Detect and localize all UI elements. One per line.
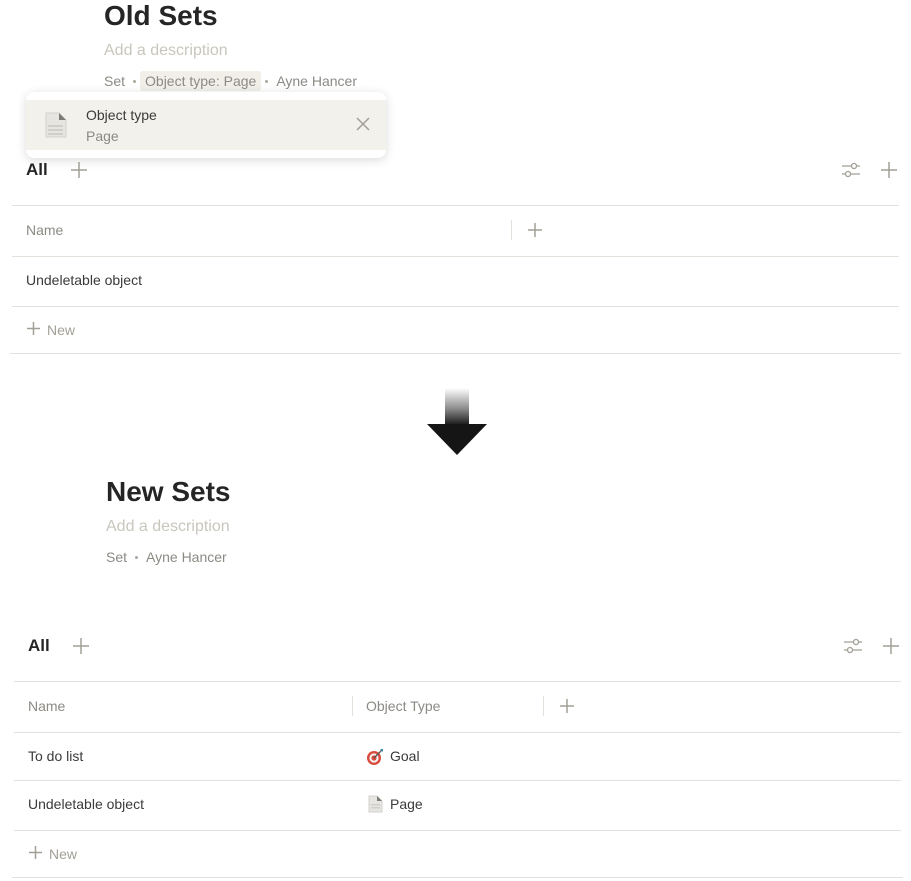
add-view-plus-icon[interactable] bbox=[72, 637, 90, 660]
new-description-field[interactable]: Add a description bbox=[106, 518, 230, 536]
old-meta-line: Set Object type: Page Ayne Hancer bbox=[104, 70, 357, 92]
column-separator[interactable] bbox=[352, 696, 353, 716]
add-column-plus-icon[interactable] bbox=[559, 698, 575, 719]
new-record-label: New bbox=[47, 322, 76, 338]
divider bbox=[12, 256, 899, 257]
old-meta-author[interactable]: Ayne Hancer bbox=[276, 73, 357, 89]
column-separator[interactable] bbox=[511, 220, 512, 240]
new-record-button[interactable]: New bbox=[28, 845, 77, 863]
new-meta-author[interactable]: Ayne Hancer bbox=[146, 549, 227, 565]
old-meta-filter-chip[interactable]: Object type: Page bbox=[140, 71, 262, 91]
column-separator[interactable] bbox=[543, 696, 544, 716]
close-icon[interactable] bbox=[356, 117, 370, 136]
column-header-object-type[interactable]: Object Type bbox=[366, 698, 440, 714]
arrow-down-icon bbox=[427, 388, 487, 461]
table-row-name[interactable]: Undeletable object bbox=[28, 796, 144, 812]
table-row-name[interactable]: Undeletable object bbox=[26, 272, 142, 288]
add-object-plus-icon[interactable] bbox=[882, 637, 900, 660]
separator-dot bbox=[265, 79, 269, 83]
object-type-cell[interactable]: Goal bbox=[390, 748, 420, 764]
object-type-cell[interactable]: Page bbox=[390, 796, 423, 812]
object-type-filter-row[interactable]: Object type Page bbox=[26, 100, 386, 150]
plus-icon bbox=[26, 321, 41, 339]
add-view-plus-icon[interactable] bbox=[70, 161, 88, 184]
new-meta-type[interactable]: Set bbox=[106, 549, 127, 565]
column-header-name[interactable]: Name bbox=[28, 698, 65, 714]
old-view-tab-all[interactable]: All bbox=[26, 160, 48, 180]
settings-sliders-icon[interactable] bbox=[843, 637, 863, 660]
column-header-name[interactable]: Name bbox=[26, 222, 63, 238]
separator-dot bbox=[133, 79, 137, 83]
popup-label: Object type bbox=[86, 107, 157, 123]
new-view-tab-all[interactable]: All bbox=[28, 636, 50, 656]
separator-dot bbox=[135, 555, 139, 559]
new-record-label: New bbox=[49, 846, 78, 862]
divider bbox=[12, 877, 903, 878]
divider bbox=[12, 306, 899, 307]
divider bbox=[12, 205, 899, 206]
divider bbox=[14, 780, 901, 781]
object-type-popup: Object type Page bbox=[26, 92, 386, 158]
table-row-name[interactable]: To do list bbox=[28, 748, 83, 764]
add-column-plus-icon[interactable] bbox=[527, 222, 543, 243]
divider bbox=[14, 830, 901, 831]
old-description-field[interactable]: Add a description bbox=[104, 42, 228, 60]
new-page-title: New Sets bbox=[106, 476, 231, 507]
old-meta-type[interactable]: Set bbox=[104, 73, 125, 89]
goal-icon bbox=[366, 748, 384, 771]
settings-sliders-icon[interactable] bbox=[841, 161, 861, 184]
popup-value: Page bbox=[86, 128, 119, 144]
new-record-button[interactable]: New bbox=[26, 321, 75, 339]
plus-icon bbox=[28, 845, 43, 863]
page-icon bbox=[45, 112, 67, 143]
new-meta-line: Set Ayne Hancer bbox=[106, 546, 227, 568]
add-object-plus-icon[interactable] bbox=[880, 161, 898, 184]
divider bbox=[10, 353, 901, 354]
page-icon bbox=[368, 795, 383, 818]
divider bbox=[14, 732, 901, 733]
old-page-title: Old Sets bbox=[104, 0, 218, 31]
divider bbox=[14, 681, 901, 682]
